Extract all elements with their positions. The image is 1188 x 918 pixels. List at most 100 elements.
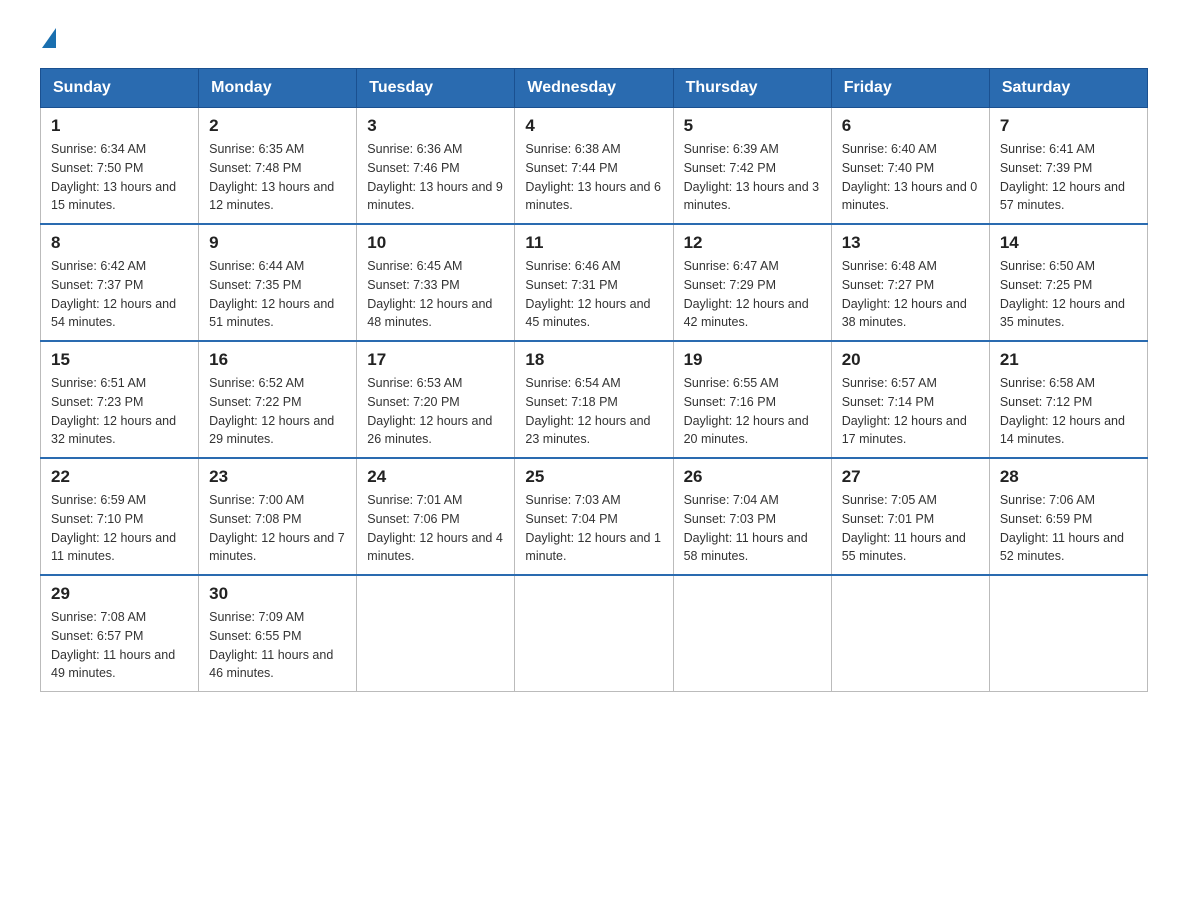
calendar-cell: 3 Sunrise: 6:36 AMSunset: 7:46 PMDaylight… xyxy=(357,108,515,225)
calendar-cell: 15Sunrise: 6:51 AMSunset: 7:23 PMDayligh… xyxy=(41,341,199,458)
day-info: Sunrise: 7:00 AMSunset: 7:08 PMDaylight:… xyxy=(209,491,346,566)
day-number: 28 xyxy=(1000,467,1137,487)
calendar-cell: 23 Sunrise: 7:00 AMSunset: 7:08 PMDayligh… xyxy=(199,458,357,575)
day-number: 20 xyxy=(842,350,979,370)
day-number: 19 xyxy=(684,350,821,370)
day-number: 12 xyxy=(684,233,821,253)
calendar-cell: 10 Sunrise: 6:45 AMSunset: 7:33 PMDayligh… xyxy=(357,224,515,341)
calendar-cell: 12 Sunrise: 6:47 AMSunset: 7:29 PMDayligh… xyxy=(673,224,831,341)
logo-triangle-icon xyxy=(42,28,56,48)
day-info: Sunrise: 6:52 AMSunset: 7:22 PMDaylight:… xyxy=(209,374,346,449)
day-info: Sunrise: 6:44 AMSunset: 7:35 PMDaylight:… xyxy=(209,257,346,332)
day-number: 16 xyxy=(209,350,346,370)
calendar-cell xyxy=(515,575,673,692)
day-number: 11 xyxy=(525,233,662,253)
day-info: Sunrise: 6:42 AMSunset: 7:37 PMDaylight:… xyxy=(51,257,188,332)
calendar-cell xyxy=(357,575,515,692)
day-number: 2 xyxy=(209,116,346,136)
calendar-cell: 29 Sunrise: 7:08 AMSunset: 6:57 PMDayligh… xyxy=(41,575,199,692)
day-number: 7 xyxy=(1000,116,1137,136)
calendar-cell: 25 Sunrise: 7:03 AMSunset: 7:04 PMDayligh… xyxy=(515,458,673,575)
calendar-cell: 20 Sunrise: 6:57 AMSunset: 7:14 PMDayligh… xyxy=(831,341,989,458)
day-number: 24 xyxy=(367,467,504,487)
calendar-cell: 17 Sunrise: 6:53 AMSunset: 7:20 PMDayligh… xyxy=(357,341,515,458)
day-number: 17 xyxy=(367,350,504,370)
calendar-cell: 14Sunrise: 6:50 AMSunset: 7:25 PMDayligh… xyxy=(989,224,1147,341)
header-tuesday: Tuesday xyxy=(357,69,515,108)
header-wednesday: Wednesday xyxy=(515,69,673,108)
day-number: 30 xyxy=(209,584,346,604)
calendar-cell: 21 Sunrise: 6:58 AMSunset: 7:12 PMDayligh… xyxy=(989,341,1147,458)
calendar-cell: 11Sunrise: 6:46 AMSunset: 7:31 PMDayligh… xyxy=(515,224,673,341)
day-info: Sunrise: 6:48 AMSunset: 7:27 PMDaylight:… xyxy=(842,257,979,332)
day-number: 29 xyxy=(51,584,188,604)
day-info: Sunrise: 6:59 AMSunset: 7:10 PMDaylight:… xyxy=(51,491,188,566)
day-info: Sunrise: 6:58 AMSunset: 7:12 PMDaylight:… xyxy=(1000,374,1137,449)
day-number: 21 xyxy=(1000,350,1137,370)
calendar-table: Sunday Monday Tuesday Wednesday Thursday… xyxy=(40,68,1148,692)
header-saturday: Saturday xyxy=(989,69,1147,108)
day-info: Sunrise: 7:04 AMSunset: 7:03 PMDaylight:… xyxy=(684,491,821,566)
day-number: 10 xyxy=(367,233,504,253)
header-monday: Monday xyxy=(199,69,357,108)
calendar-cell: 19 Sunrise: 6:55 AMSunset: 7:16 PMDayligh… xyxy=(673,341,831,458)
day-info: Sunrise: 7:06 AMSunset: 6:59 PMDaylight:… xyxy=(1000,491,1137,566)
calendar-cell: 13 Sunrise: 6:48 AMSunset: 7:27 PMDayligh… xyxy=(831,224,989,341)
day-number: 3 xyxy=(367,116,504,136)
calendar-cell: 9Sunrise: 6:44 AMSunset: 7:35 PMDaylight… xyxy=(199,224,357,341)
header-friday: Friday xyxy=(831,69,989,108)
calendar-cell: 27 Sunrise: 7:05 AMSunset: 7:01 PMDayligh… xyxy=(831,458,989,575)
day-number: 27 xyxy=(842,467,979,487)
calendar-cell: 24 Sunrise: 7:01 AMSunset: 7:06 PMDayligh… xyxy=(357,458,515,575)
day-number: 8 xyxy=(51,233,188,253)
day-info: Sunrise: 7:09 AMSunset: 6:55 PMDaylight:… xyxy=(209,608,346,683)
day-info: Sunrise: 7:03 AMSunset: 7:04 PMDaylight:… xyxy=(525,491,662,566)
calendar-cell: 4 Sunrise: 6:38 AMSunset: 7:44 PMDaylight… xyxy=(515,108,673,225)
calendar-week-row: 22 Sunrise: 6:59 AMSunset: 7:10 PMDayligh… xyxy=(41,458,1148,575)
day-number: 23 xyxy=(209,467,346,487)
day-info: Sunrise: 6:38 AMSunset: 7:44 PMDaylight:… xyxy=(525,140,662,215)
calendar-cell xyxy=(989,575,1147,692)
day-info: Sunrise: 6:41 AMSunset: 7:39 PMDaylight:… xyxy=(1000,140,1137,215)
day-number: 25 xyxy=(525,467,662,487)
calendar-cell: 18Sunrise: 6:54 AMSunset: 7:18 PMDayligh… xyxy=(515,341,673,458)
calendar-cell: 8 Sunrise: 6:42 AMSunset: 7:37 PMDaylight… xyxy=(41,224,199,341)
calendar-week-row: 8 Sunrise: 6:42 AMSunset: 7:37 PMDaylight… xyxy=(41,224,1148,341)
calendar-cell xyxy=(673,575,831,692)
day-info: Sunrise: 6:57 AMSunset: 7:14 PMDaylight:… xyxy=(842,374,979,449)
day-number: 6 xyxy=(842,116,979,136)
calendar-week-row: 1 Sunrise: 6:34 AMSunset: 7:50 PMDaylight… xyxy=(41,108,1148,225)
header-sunday: Sunday xyxy=(41,69,199,108)
calendar-week-row: 15Sunrise: 6:51 AMSunset: 7:23 PMDayligh… xyxy=(41,341,1148,458)
day-info: Sunrise: 6:34 AMSunset: 7:50 PMDaylight:… xyxy=(51,140,188,215)
calendar-cell: 2Sunrise: 6:35 AMSunset: 7:48 PMDaylight… xyxy=(199,108,357,225)
day-number: 13 xyxy=(842,233,979,253)
calendar-cell: 26Sunrise: 7:04 AMSunset: 7:03 PMDayligh… xyxy=(673,458,831,575)
calendar-cell: 5 Sunrise: 6:39 AMSunset: 7:42 PMDaylight… xyxy=(673,108,831,225)
calendar-cell: 6 Sunrise: 6:40 AMSunset: 7:40 PMDaylight… xyxy=(831,108,989,225)
day-info: Sunrise: 7:01 AMSunset: 7:06 PMDaylight:… xyxy=(367,491,504,566)
calendar-cell: 28 Sunrise: 7:06 AMSunset: 6:59 PMDayligh… xyxy=(989,458,1147,575)
calendar-cell: 1 Sunrise: 6:34 AMSunset: 7:50 PMDaylight… xyxy=(41,108,199,225)
calendar-cell: 22 Sunrise: 6:59 AMSunset: 7:10 PMDayligh… xyxy=(41,458,199,575)
day-info: Sunrise: 6:45 AMSunset: 7:33 PMDaylight:… xyxy=(367,257,504,332)
calendar-cell: 30 Sunrise: 7:09 AMSunset: 6:55 PMDayligh… xyxy=(199,575,357,692)
calendar-week-row: 29 Sunrise: 7:08 AMSunset: 6:57 PMDayligh… xyxy=(41,575,1148,692)
day-number: 22 xyxy=(51,467,188,487)
day-info: Sunrise: 7:08 AMSunset: 6:57 PMDaylight:… xyxy=(51,608,188,683)
day-info: Sunrise: 6:39 AMSunset: 7:42 PMDaylight:… xyxy=(684,140,821,215)
day-info: Sunrise: 6:53 AMSunset: 7:20 PMDaylight:… xyxy=(367,374,504,449)
day-number: 14 xyxy=(1000,233,1137,253)
day-info: Sunrise: 6:47 AMSunset: 7:29 PMDaylight:… xyxy=(684,257,821,332)
day-number: 5 xyxy=(684,116,821,136)
day-info: Sunrise: 6:51 AMSunset: 7:23 PMDaylight:… xyxy=(51,374,188,449)
header-thursday: Thursday xyxy=(673,69,831,108)
day-info: Sunrise: 6:40 AMSunset: 7:40 PMDaylight:… xyxy=(842,140,979,215)
calendar-cell: 16 Sunrise: 6:52 AMSunset: 7:22 PMDayligh… xyxy=(199,341,357,458)
day-info: Sunrise: 6:55 AMSunset: 7:16 PMDaylight:… xyxy=(684,374,821,449)
day-info: Sunrise: 7:05 AMSunset: 7:01 PMDaylight:… xyxy=(842,491,979,566)
day-info: Sunrise: 6:36 AMSunset: 7:46 PMDaylight:… xyxy=(367,140,504,215)
day-number: 1 xyxy=(51,116,188,136)
calendar-cell: 7 Sunrise: 6:41 AMSunset: 7:39 PMDaylight… xyxy=(989,108,1147,225)
day-number: 4 xyxy=(525,116,662,136)
